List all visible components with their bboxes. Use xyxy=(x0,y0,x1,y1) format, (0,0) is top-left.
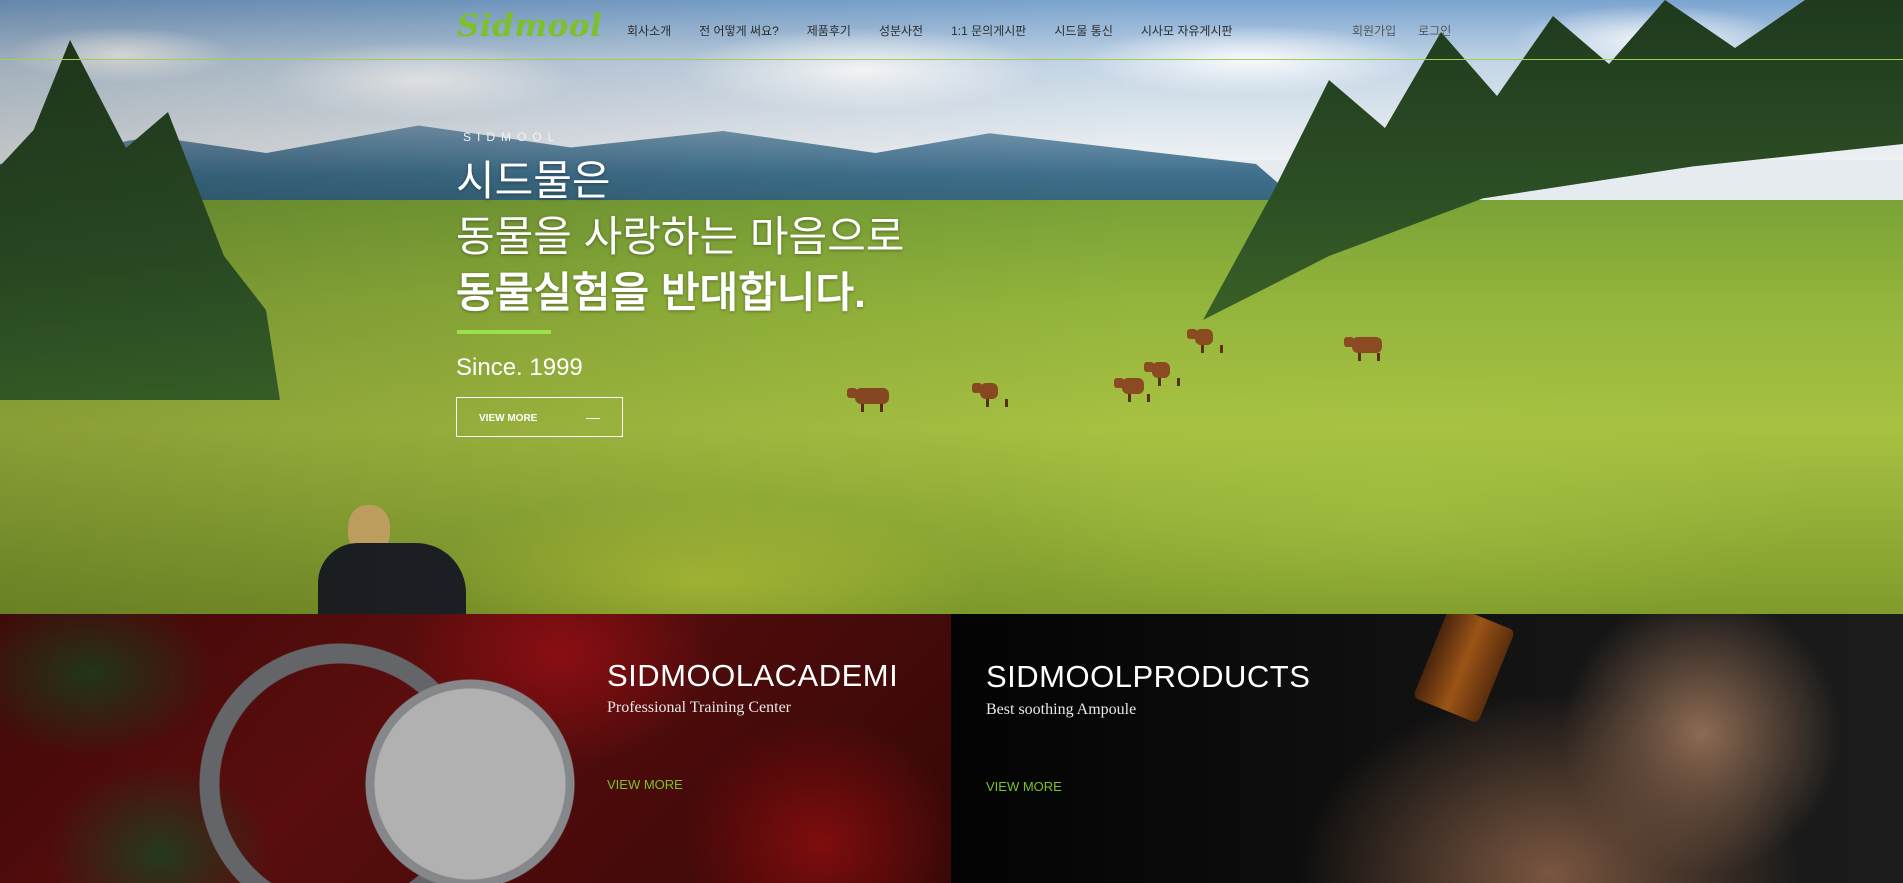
hero-shade xyxy=(0,0,1903,614)
products-subtitle: Best soothing Ampoule xyxy=(986,701,1137,718)
nav-item-free-board[interactable]: 시사모 자유게시판 xyxy=(1141,22,1233,39)
main-nav: 회사소개 전 어떻게 써요? 제품후기 성분사전 1:1 문의게시판 시드물 통… xyxy=(627,22,1261,39)
nav-item-newsletter[interactable]: 시드물 통신 xyxy=(1054,22,1113,39)
since-text: Since. 1999 xyxy=(456,354,583,381)
dash-icon xyxy=(586,418,600,419)
products-title: SIDMOOLPRODUCTS xyxy=(986,659,1311,694)
hero-view-more-button[interactable]: VIEW MORE xyxy=(456,397,623,437)
signup-link[interactable]: 회원가입 xyxy=(1352,22,1396,39)
academi-title: SIDMOOLACADEMI xyxy=(607,658,899,693)
headline-line-1: 시드물은 xyxy=(456,157,611,204)
nav-item-ingredients[interactable]: 성분사전 xyxy=(879,22,923,39)
site-header: Sidmool 회사소개 전 어떻게 써요? 제품후기 성분사전 1:1 문의게… xyxy=(0,0,1903,60)
accent-bar xyxy=(457,330,551,334)
nav-item-how-to-use[interactable]: 전 어떻게 써요? xyxy=(699,22,779,39)
academi-subtitle: Professional Training Center xyxy=(607,699,791,716)
logo[interactable]: Sidmool xyxy=(457,8,602,44)
nav-item-inquiry-board[interactable]: 1:1 문의게시판 xyxy=(951,22,1026,39)
hero-banner xyxy=(0,0,1903,614)
nav-item-company[interactable]: 회사소개 xyxy=(627,22,671,39)
utility-links: 회원가입 로그인 xyxy=(1352,22,1473,39)
products-view-more-link[interactable]: VIEW MORE xyxy=(986,779,1062,794)
hero-view-more-label: VIEW MORE xyxy=(479,413,538,424)
nav-item-reviews[interactable]: 제품후기 xyxy=(807,22,851,39)
panel-overlay xyxy=(0,614,951,883)
academi-view-more-link[interactable]: VIEW MORE xyxy=(607,777,683,792)
login-link[interactable]: 로그인 xyxy=(1418,22,1451,39)
academi-panel[interactable]: SIDMOOLACADEMI Professional Training Cen… xyxy=(0,614,951,883)
hero-brand-label: SIDMOOL xyxy=(463,130,561,144)
hero-headline: 시드물은 동물을 사랑하는 마음으로 동물실험을 반대합니다. xyxy=(456,153,904,321)
headline-line-2: 동물을 사랑하는 마음으로 xyxy=(456,213,905,260)
dropper-bottle xyxy=(1412,614,1516,724)
headline-line-3: 동물실험을 반대합니다. xyxy=(456,269,866,316)
products-panel[interactable]: SIDMOOLPRODUCTS Best soothing Ampoule VI… xyxy=(951,614,1903,883)
